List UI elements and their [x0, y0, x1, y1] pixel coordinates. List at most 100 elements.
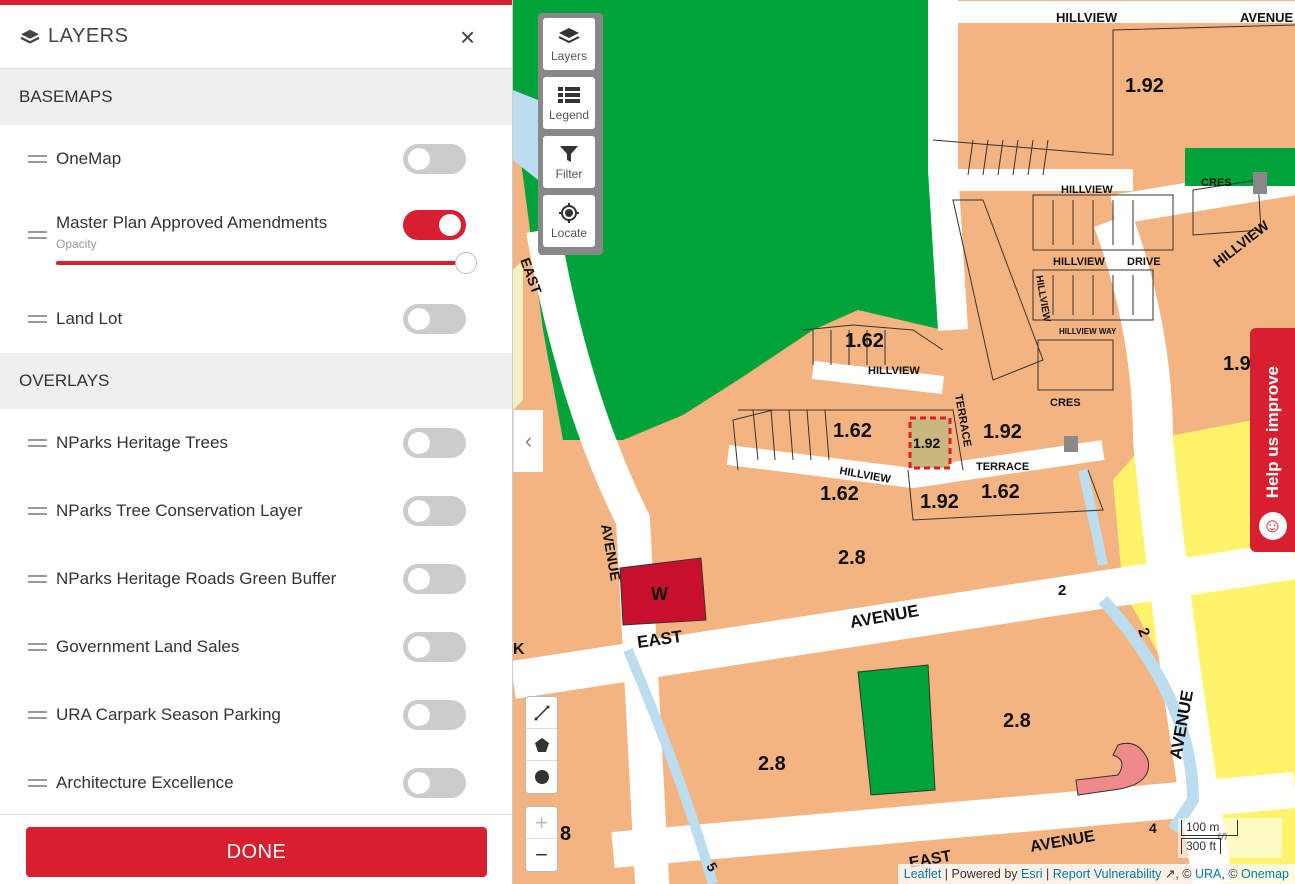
legend-button[interactable]: Legend	[543, 77, 595, 129]
help-label: Help us improve	[1262, 365, 1282, 498]
plot-label: 2.8	[758, 753, 786, 775]
overlays-heading: OVERLAYS	[0, 353, 512, 409]
layer-label: Master Plan Approved Amendments	[56, 213, 328, 232]
layers-icon	[558, 27, 580, 43]
polygon-icon	[534, 737, 549, 752]
svg-text:HILLVIEW WAY: HILLVIEW WAY	[1059, 327, 1117, 336]
layer-row-master-plan: Master Plan Approved Amendments Opacity	[0, 193, 512, 285]
drag-handle-icon[interactable]	[28, 711, 47, 719]
drag-handle-icon[interactable]	[28, 231, 47, 239]
zoom-control: + −	[525, 806, 558, 872]
drag-handle-icon[interactable]	[28, 315, 47, 323]
zoom-out-button[interactable]: −	[526, 839, 557, 871]
draw-polygon-button[interactable]	[526, 729, 557, 761]
svg-text:CRES: CRES	[1201, 177, 1232, 189]
help-us-improve-button[interactable]: Help us improve ☺	[1250, 328, 1295, 552]
chevron-left-icon: ‹	[524, 428, 533, 453]
map-attribution: Leaflet | Powered by Esri | Report Vulne…	[897, 864, 1295, 884]
plot-label: 1.92	[913, 435, 940, 451]
basemaps-heading: BASEMAPS	[0, 69, 512, 125]
map-canvas[interactable]: 1.92 1.62 1.62 1.92 1.92 1.62 1.92 1.62 …	[513, 0, 1295, 884]
plot-label: W	[651, 584, 668, 604]
toggle-carpark-season-parking[interactable]	[403, 700, 466, 730]
crosshair-icon	[559, 202, 579, 223]
leaflet-link[interactable]: Leaflet	[904, 867, 942, 881]
svg-text:HILLVIEW: HILLVIEW	[1056, 10, 1118, 25]
opacity-slider[interactable]	[56, 252, 477, 274]
panel-header: LAYERS ×	[0, 5, 512, 69]
esri-link[interactable]: Esri	[1021, 867, 1043, 881]
svg-text:CRES: CRES	[1050, 397, 1081, 409]
layers-button-label: Layers	[550, 48, 588, 63]
layers-button[interactable]: Layers	[543, 18, 595, 70]
drag-handle-icon[interactable]	[28, 779, 47, 787]
onemap-link[interactable]: Onemap	[1241, 867, 1289, 881]
svg-text:4: 4	[1149, 820, 1157, 836]
plot-label: 1.9	[1223, 353, 1251, 375]
slider-thumb[interactable]	[455, 252, 477, 274]
panel-title: LAYERS	[48, 25, 129, 47]
done-button[interactable]: DONE	[26, 827, 487, 877]
svg-text:DRIVE: DRIVE	[1127, 256, 1161, 268]
external-link-icon: ↗	[1164, 867, 1176, 881]
panel-footer: DONE	[0, 814, 512, 884]
toggle-onemap[interactable]	[403, 144, 466, 174]
opacity-label: Opacity	[56, 237, 97, 251]
draw-circle-button[interactable]	[526, 761, 557, 793]
svg-text:K: K	[513, 641, 525, 658]
svg-text:HILLVIEW: HILLVIEW	[1033, 275, 1052, 324]
svg-text:TERRACE: TERRACE	[976, 461, 1029, 473]
legend-button-label: Legend	[548, 107, 590, 122]
scale-metric: 100 m	[1181, 820, 1238, 836]
toggle-master-plan[interactable]	[403, 210, 466, 240]
drag-handle-icon[interactable]	[28, 643, 47, 651]
map-tiles: 1.92 1.62 1.62 1.92 1.92 1.62 1.92 1.62 …	[513, 0, 1295, 884]
toggle-tree-conservation[interactable]	[403, 496, 466, 526]
plot-label: 1.62	[833, 420, 872, 442]
svg-text:HILLVIEW: HILLVIEW	[868, 365, 920, 377]
layer-row-heritage-trees: NParks Heritage Trees	[0, 409, 512, 477]
layer-row-carpark-season-parking: URA Carpark Season Parking	[0, 681, 512, 749]
plot-label: 1.62	[981, 481, 1020, 503]
locate-button-label: Locate	[550, 225, 588, 240]
layer-row-tree-conservation: NParks Tree Conservation Layer	[0, 477, 512, 545]
filter-icon	[560, 145, 578, 162]
drag-handle-icon[interactable]	[28, 155, 47, 163]
layer-row-onemap: OneMap	[0, 125, 512, 193]
toggle-architecture-excellence[interactable]	[403, 768, 466, 798]
layer-row-government-land-sales: Government Land Sales	[0, 613, 512, 681]
plot-label: 1.62	[820, 483, 859, 505]
toggle-government-land-sales[interactable]	[403, 632, 466, 662]
zoom-in-button[interactable]: +	[526, 807, 557, 839]
circle-icon	[534, 770, 549, 784]
scale-bar: 100 m 300 ft	[1178, 818, 1282, 858]
drag-handle-icon[interactable]	[28, 439, 47, 447]
filter-button[interactable]: Filter	[543, 136, 595, 188]
drag-handle-icon[interactable]	[28, 507, 47, 515]
report-vulnerability-link[interactable]: Report Vulnerability	[1053, 867, 1162, 881]
svg-text:HILLVIEW: HILLVIEW	[1061, 184, 1113, 196]
toggle-heritage-trees[interactable]	[403, 428, 466, 458]
locate-button[interactable]: Locate	[543, 195, 595, 247]
draw-toolbar	[525, 696, 558, 794]
layer-label: Government Land Sales	[56, 637, 240, 656]
plot-label: 1.92	[920, 491, 959, 513]
draw-line-button[interactable]	[526, 697, 557, 729]
svg-text:AVENUE: AVENUE	[1240, 10, 1294, 25]
layer-row-architecture-excellence: Architecture Excellence	[0, 749, 512, 817]
toggle-land-lot[interactable]	[403, 304, 466, 334]
hillview-road	[928, 0, 968, 331]
smiley-icon: ☺	[1258, 512, 1287, 540]
layer-label: Land Lot	[56, 309, 123, 328]
toggle-heritage-roads[interactable]	[403, 564, 466, 594]
scale-imperial: 300 ft	[1181, 838, 1221, 854]
polyline-icon	[534, 705, 549, 720]
drag-handle-icon[interactable]	[28, 575, 47, 583]
panel-collapse-button[interactable]: ‹	[513, 410, 543, 472]
svg-text:HILLVIEW: HILLVIEW	[1210, 217, 1272, 271]
close-icon[interactable]: ×	[460, 22, 475, 52]
ura-link[interactable]: URA	[1195, 867, 1221, 881]
plot-label: 2.8	[838, 547, 866, 569]
layers-icon	[20, 29, 40, 44]
plot-label: 1.62	[845, 330, 884, 352]
